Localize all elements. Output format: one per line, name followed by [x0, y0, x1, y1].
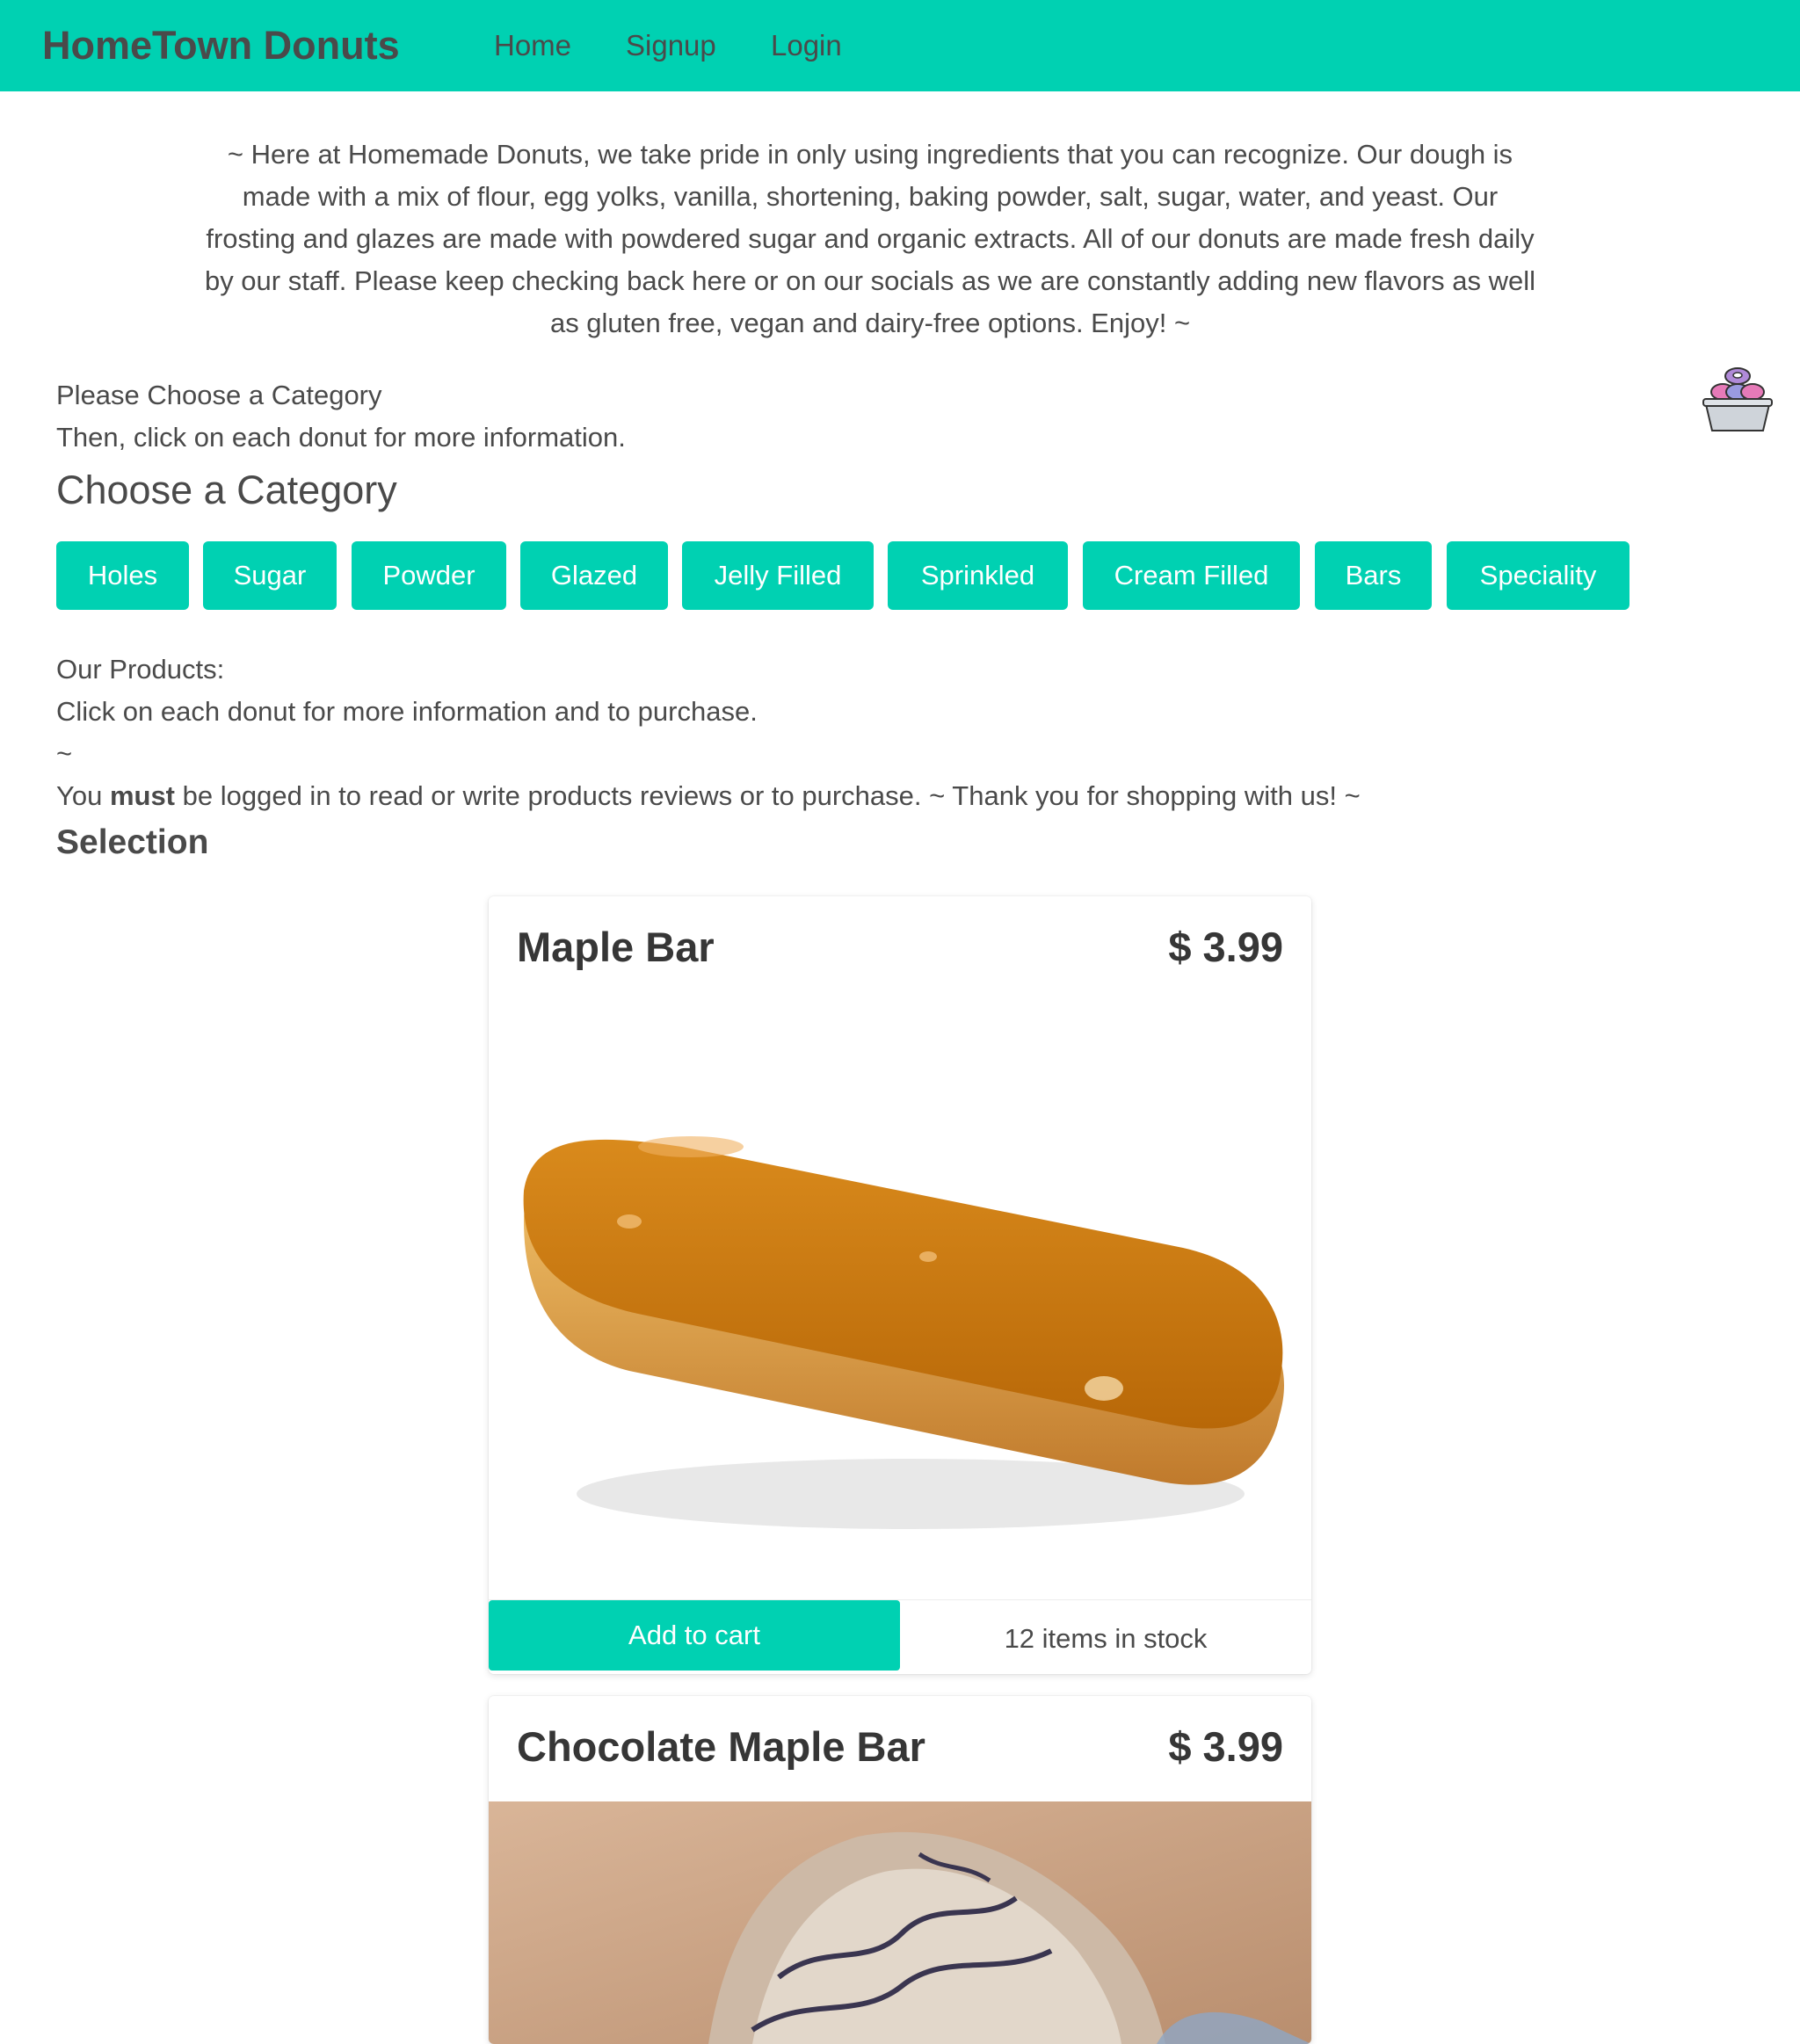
category-holes-button[interactable]: Holes: [56, 541, 189, 610]
maple-bar-image[interactable]: [489, 1002, 1311, 1608]
navbar: HomeTown Donuts Home Signup Login: [0, 0, 1800, 91]
product-name: Maple Bar: [517, 924, 715, 970]
category-cream-filled-button[interactable]: Cream Filled: [1083, 541, 1300, 610]
category-glazed-button[interactable]: Glazed: [520, 541, 668, 610]
nav-home[interactable]: Home: [494, 26, 571, 65]
donut-basket-icon[interactable]: [1700, 360, 1775, 436]
login-notice-prefix: You: [56, 780, 110, 811]
products-separator: ~: [56, 738, 73, 769]
login-notice-bold: must: [109, 780, 176, 811]
products-heading: Our Products:: [56, 654, 225, 685]
add-to-cart-button[interactable]: Add to cart: [489, 1600, 900, 1671]
products-instructions: Click on each donut for more information…: [56, 696, 758, 727]
category-speciality-button[interactable]: Speciality: [1447, 541, 1629, 610]
product-card-footer: Add to cart 12 items in stock: [489, 1599, 1311, 1674]
category-bars-button[interactable]: Bars: [1315, 541, 1432, 610]
stock-count: 12 items in stock: [1004, 1623, 1208, 1654]
category-prompt-2: Then, click on each donut for more infor…: [56, 422, 626, 453]
nav-login[interactable]: Login: [771, 26, 842, 65]
nav-signup[interactable]: Signup: [626, 26, 716, 65]
category-title: Choose a Category: [56, 468, 397, 512]
chocolate-maple-bar-image[interactable]: [489, 1801, 1311, 2044]
category-sugar-button[interactable]: Sugar: [203, 541, 337, 610]
login-notice-suffix: be logged in to read or write products r…: [175, 780, 1361, 811]
login-notice: You must be logged in to read or write p…: [56, 777, 1361, 815]
product-card-maple-bar[interactable]: Maple Bar $ 3.99 Add to cart 12 items in…: [489, 896, 1311, 1674]
selection-title: Selection: [56, 823, 209, 861]
category-jelly-filled-button[interactable]: Jelly Filled: [682, 541, 874, 610]
category-powder-button[interactable]: Powder: [352, 541, 506, 610]
category-sprinkled-button[interactable]: Sprinkled: [888, 541, 1068, 610]
brand-logo[interactable]: HomeTown Donuts: [42, 21, 400, 70]
product-name: Chocolate Maple Bar: [517, 1723, 925, 1770]
product-price: $ 3.99: [1168, 1723, 1283, 1770]
product-card-chocolate-maple-bar[interactable]: Chocolate Maple Bar $ 3.99: [489, 1696, 1311, 2044]
category-prompt-1: Please Choose a Category: [56, 380, 382, 410]
intro-text: ~ Here at Homemade Donuts, we take pride…: [204, 139, 1536, 338]
product-price: $ 3.99: [1168, 924, 1283, 970]
